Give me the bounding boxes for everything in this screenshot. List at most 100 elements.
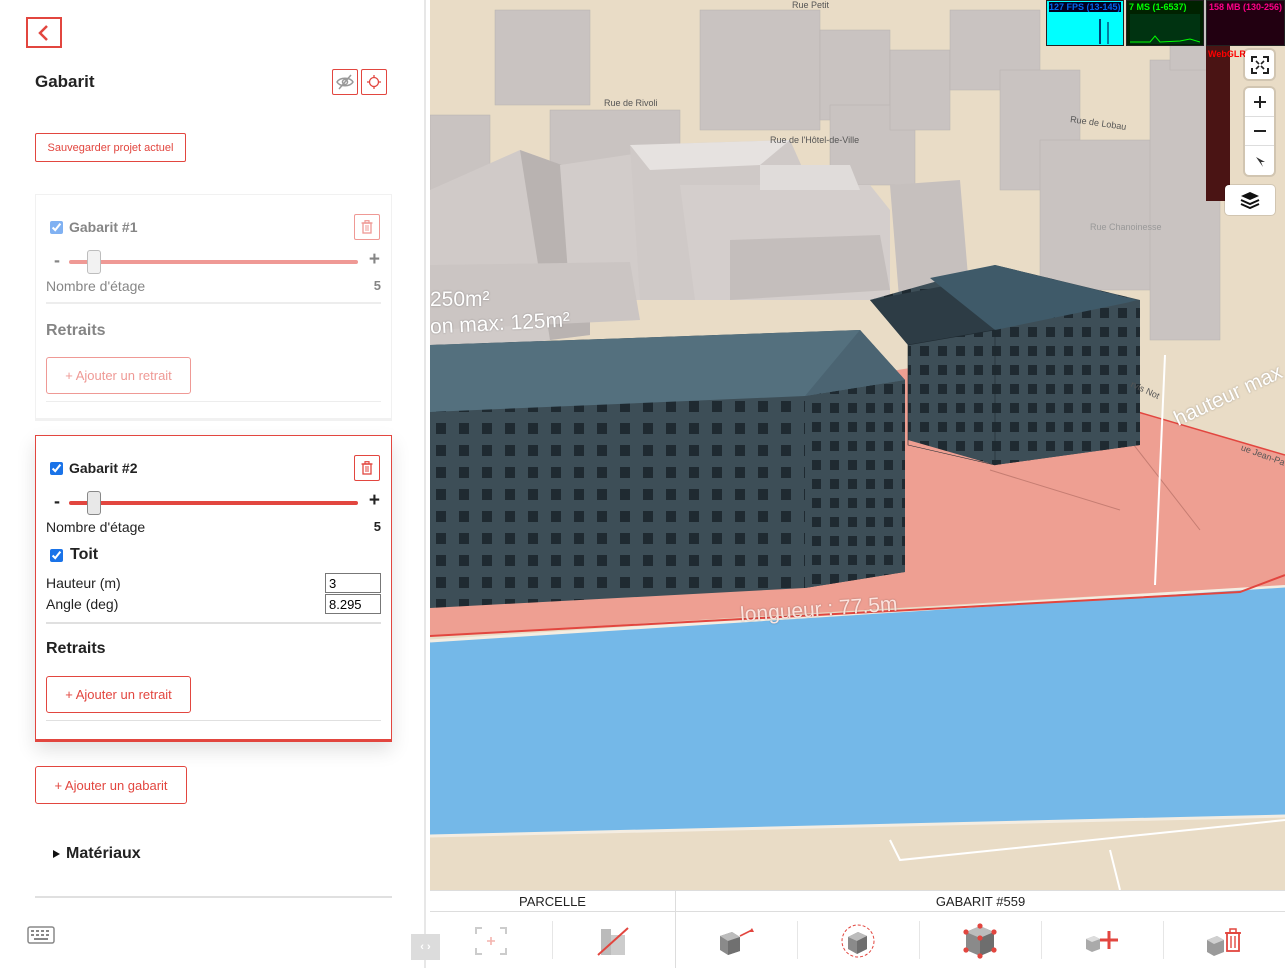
slider-track	[69, 501, 358, 505]
divider	[46, 720, 381, 721]
delete-gabarit-2-button[interactable]	[354, 455, 380, 481]
cube-rotate-icon	[841, 924, 875, 958]
slider-thumb[interactable]	[87, 491, 101, 515]
compass-button[interactable]	[1245, 146, 1274, 175]
edit-vertices-button[interactable]	[919, 913, 1041, 968]
delete-gabarit-1-button[interactable]	[354, 214, 380, 240]
locate-button[interactable]	[361, 69, 387, 95]
cube-trash-icon	[1207, 928, 1241, 956]
plus-icon	[1253, 96, 1266, 108]
save-project-button[interactable]: Sauvegarder projet actuel	[35, 133, 186, 162]
zoom-in-button[interactable]	[1245, 88, 1274, 117]
map-label-chanoinesse: Rue Chanoinesse	[1090, 222, 1162, 232]
compass-icon	[1255, 156, 1265, 167]
gabarit-1-checkbox[interactable]	[50, 220, 63, 234]
map-scene	[430, 0, 1285, 890]
add-gabarit-button[interactable]: + Ajouter un gabarit	[35, 766, 187, 804]
keyboard-icon[interactable]	[27, 926, 55, 949]
gabarit-1-header: Gabarit #1	[50, 219, 137, 235]
cube-vertices-icon	[963, 923, 997, 959]
mb-text: 158 MB (130-256)	[1209, 2, 1283, 12]
ms-panel: 7 MS (1-6537)	[1126, 0, 1204, 46]
retraits-title-2: Retraits	[46, 640, 106, 657]
slider-thumb[interactable]	[87, 250, 101, 274]
divider	[35, 896, 392, 898]
ms-text: 7 MS (1-6537)	[1129, 2, 1187, 12]
slider-track	[69, 260, 358, 264]
select-parcel-button[interactable]	[430, 913, 552, 968]
fullscreen-icon[interactable]	[1245, 50, 1274, 79]
angle-label: Angle (deg)	[46, 596, 119, 612]
extrude-gabarit-button[interactable]	[675, 913, 797, 968]
floors-value: 5	[373, 278, 381, 293]
area-label: 250m²	[430, 288, 490, 311]
crosshair-icon	[367, 75, 381, 89]
map-label-rue-rivoli: Rue de Rivoli	[604, 98, 658, 108]
chevron-left-icon	[38, 24, 48, 41]
parcelle-header: PARCELLE	[430, 891, 675, 912]
add-gabarit-tool-button[interactable]	[1041, 913, 1163, 968]
floors-row-1: Nombre d'étage 5	[46, 278, 381, 294]
gabarit-header: GABARIT #559	[675, 891, 1285, 912]
divider	[46, 401, 381, 402]
floor-slider-2[interactable]: - +	[50, 490, 380, 515]
hide-button[interactable]	[332, 69, 358, 95]
divider	[46, 302, 381, 304]
triangle-right-icon	[53, 850, 60, 858]
floors-row-2: Nombre d'étage 5	[46, 519, 381, 535]
select-frame-icon	[475, 927, 507, 955]
materiaux-toggle[interactable]: Matériaux	[51, 845, 141, 863]
add-retrait-button-1[interactable]: + Ajouter un retrait	[46, 357, 191, 394]
toit-row: Toit	[50, 546, 98, 564]
gabarit-1-title: Gabarit #1	[69, 219, 138, 235]
trash-icon	[361, 461, 373, 475]
floor-slider-1[interactable]: - +	[50, 249, 380, 274]
fps-graph	[1050, 14, 1120, 44]
gabarit-card-2[interactable]: Gabarit #2 - + Nombre d'étage 5 Toit Hau…	[35, 435, 392, 742]
ms-graph	[1130, 14, 1200, 44]
bottom-toolbar: PARCELLE GABARIT #559	[430, 890, 1285, 968]
fullscreen-control[interactable]	[1245, 50, 1274, 79]
webgl-panel: WebGLR	[1206, 46, 1246, 201]
floors-value: 5	[373, 519, 381, 534]
angle-row: Angle (deg)	[46, 594, 381, 614]
trash-icon	[361, 220, 373, 234]
panel-title: Gabarit	[35, 72, 95, 91]
add-retrait-button-2[interactable]: + Ajouter un retrait	[46, 676, 191, 713]
gabarit-2-checkbox[interactable]	[50, 461, 63, 475]
mb-panel: 158 MB (130-256)	[1206, 0, 1285, 46]
no-building-button[interactable]	[552, 913, 674, 968]
zoom-controls	[1245, 88, 1274, 175]
map-3d-view[interactable]: Rue de Rivoli Rue de l'Hôtel-de-Ville Ru…	[430, 0, 1285, 890]
toit-label: Toit	[70, 546, 99, 563]
floors-label: Nombre d'étage	[46, 278, 146, 294]
hauteur-input[interactable]	[325, 573, 381, 593]
slider-minus[interactable]: -	[54, 491, 60, 512]
retraits-title-1: Retraits	[46, 322, 106, 339]
webgl-text: WebGLR	[1208, 49, 1246, 59]
minus-icon	[1253, 130, 1266, 132]
floors-label: Nombre d'étage	[46, 519, 146, 535]
gabarit-card-1[interactable]: Gabarit #1 - + Nombre d'étage 5 Retraits…	[35, 194, 392, 421]
slider-minus[interactable]: -	[54, 250, 60, 271]
back-button[interactable]	[26, 17, 62, 48]
slider-plus[interactable]: +	[369, 490, 380, 512]
divider	[46, 622, 381, 624]
fps-text: 127 FPS (13-145)	[1049, 2, 1121, 12]
eye-slash-icon	[336, 74, 354, 90]
building-strike-icon	[597, 927, 629, 956]
sidebar-toggle-handle[interactable]: ‹ ›	[411, 934, 440, 960]
angle-input[interactable]	[325, 594, 381, 614]
slider-plus[interactable]: +	[369, 249, 380, 271]
zoom-out-button[interactable]	[1245, 117, 1274, 146]
map-label-hotel-ville: Rue de l'Hôtel-de-Ville	[770, 135, 860, 145]
gabarit-2-header: Gabarit #2	[50, 460, 137, 476]
toit-checkbox[interactable]	[50, 548, 63, 562]
layers-button[interactable]	[1225, 185, 1275, 215]
layers-icon	[1240, 192, 1260, 209]
map-label-petit: Rue Petit	[792, 0, 830, 10]
rotate-gabarit-button[interactable]	[797, 913, 919, 968]
fps-panel: 127 FPS (13-145)	[1046, 0, 1124, 46]
gabarit-2-title: Gabarit #2	[69, 460, 138, 476]
delete-gabarit-tool-button[interactable]	[1163, 913, 1285, 968]
